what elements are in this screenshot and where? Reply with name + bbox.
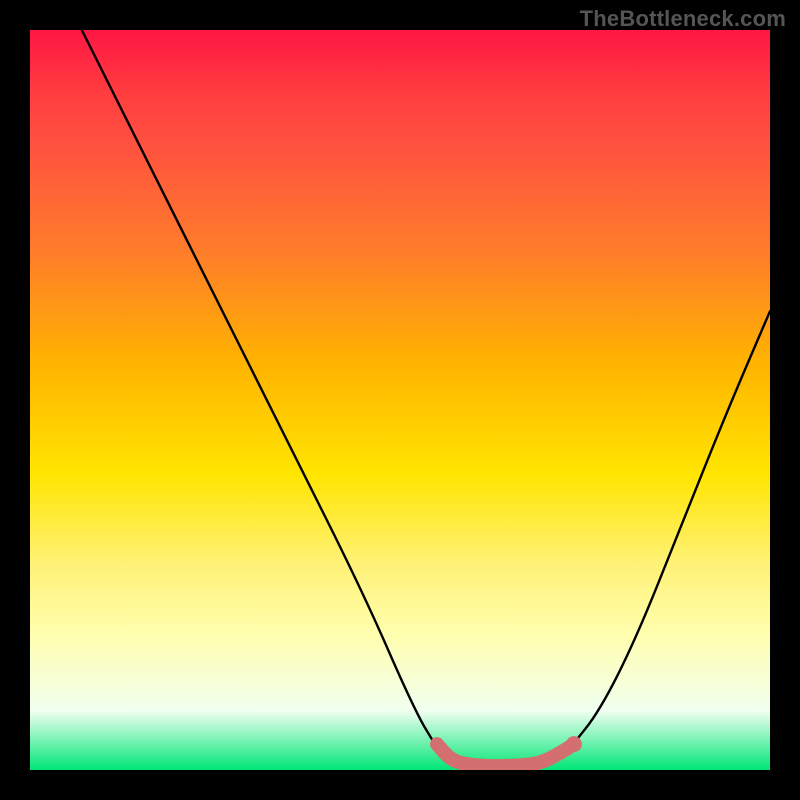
chart-svg: [30, 30, 770, 770]
plot-area: [30, 30, 770, 770]
optimal-region-endpoint-icon: [566, 736, 582, 752]
curve-right: [570, 311, 770, 748]
optimal-region: [437, 744, 574, 766]
chart-frame: TheBottleneck.com: [0, 0, 800, 800]
watermark-text: TheBottleneck.com: [580, 6, 786, 32]
curve-left: [82, 30, 437, 748]
